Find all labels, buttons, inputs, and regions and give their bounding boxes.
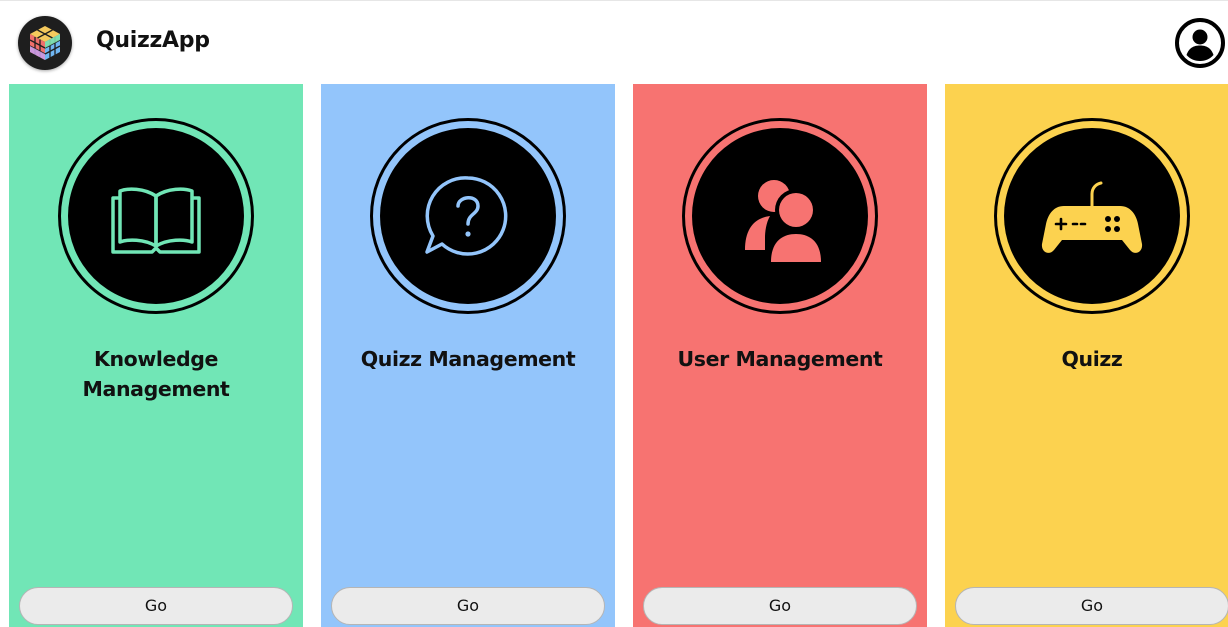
open-book-icon (111, 187, 201, 254)
card-user-management: User Management Go (633, 84, 927, 627)
app-title: QuizzApp (96, 28, 210, 53)
gamepad-icon (1041, 181, 1143, 253)
card-quizz-management: Quizz Management Go (321, 84, 615, 627)
card-title: User Management (677, 347, 883, 371)
card-knowledge-management: Knowledge Management Go (9, 84, 303, 627)
top-bar: QuizzApp (0, 0, 1228, 84)
card-icon-ring (994, 118, 1190, 314)
user-circle-icon[interactable] (1174, 17, 1226, 69)
go-button[interactable]: Go (331, 587, 605, 625)
card-icon-ring (58, 118, 254, 314)
card-title: Quizz Management (360, 347, 576, 371)
go-button[interactable]: Go (643, 587, 917, 625)
card-icon-ring (370, 118, 566, 314)
rubiks-cube-icon[interactable] (18, 16, 72, 70)
card-quizz: Quizz Go (945, 84, 1228, 627)
go-button[interactable]: Go (955, 587, 1228, 625)
users-icon (745, 180, 826, 266)
card-icon-ring (682, 118, 878, 314)
module-cards: Knowledge Management Go Quizz Management… (0, 84, 1228, 627)
question-bubble-icon (425, 176, 508, 256)
card-title: Quizz (1061, 347, 1123, 371)
go-button[interactable]: Go (19, 587, 293, 625)
card-title: Knowledge Management (82, 347, 230, 401)
